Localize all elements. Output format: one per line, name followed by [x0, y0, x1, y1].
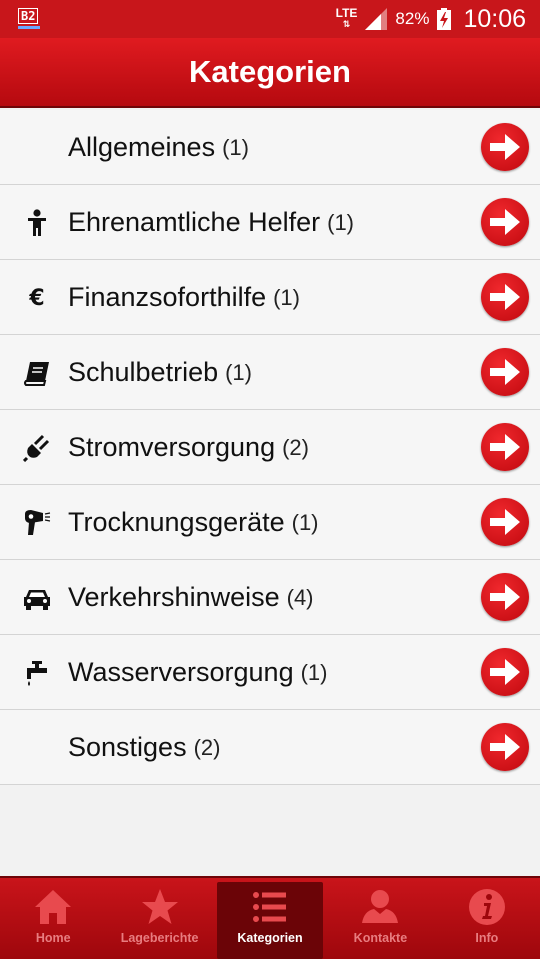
arrow-right-icon: [490, 284, 520, 310]
category-label-wrap: Finanzsoforthilfe (1): [68, 260, 300, 335]
category-label: Allgemeines: [68, 132, 216, 162]
category-count: (1): [300, 659, 328, 685]
category-count: (2): [282, 434, 309, 460]
category-count: (1): [222, 134, 249, 160]
nav-label: Home: [35, 931, 71, 945]
category-count: (1): [327, 209, 355, 235]
category-label: Wasserversorgung: [68, 657, 294, 687]
category-row-stromversorgung[interactable]: Stromversorgung (2): [0, 410, 540, 485]
nav-label: Kontakte: [353, 931, 408, 945]
app-bar: Kategorien: [0, 38, 540, 108]
nav-kontakte[interactable]: Kontakte: [327, 878, 433, 959]
svg-text:€: €: [28, 286, 44, 311]
list-icon: [253, 892, 287, 922]
open-category-button[interactable]: [481, 273, 529, 321]
category-count: (2): [193, 734, 221, 760]
plug-icon: [22, 434, 52, 462]
category-label: Finanzsoforthilfe: [68, 282, 267, 312]
category-count: (4): [286, 584, 314, 610]
nav-info[interactable]: Info: [434, 878, 540, 959]
category-count: (1): [225, 359, 252, 385]
open-category-button[interactable]: [481, 648, 529, 696]
status-indicators: LTE ⇅ 82% 10:06: [336, 0, 526, 38]
category-row-finanzsoforthilfe[interactable]: € Finanzsoforthilfe (1): [0, 260, 540, 335]
arrow-right-icon: [490, 209, 520, 235]
battery-charging-icon: [437, 8, 452, 30]
nav-label: Kategorien: [237, 931, 303, 945]
category-label: Schulbetrieb: [68, 357, 219, 387]
category-label: Sonstiges: [68, 732, 187, 762]
category-row-sonstiges[interactable]: Sonstiges (2): [0, 710, 540, 785]
nav-label: Lageberichte: [120, 931, 199, 945]
person-icon: [22, 209, 52, 237]
open-category-button[interactable]: [481, 723, 529, 771]
home-icon: [35, 890, 72, 924]
category-count: (1): [291, 509, 319, 535]
arrow-right-icon: [490, 659, 520, 685]
nav-label: Info: [475, 931, 499, 945]
carrier-badge: B2: [18, 8, 40, 29]
contact-icon: [362, 890, 399, 923]
open-category-button[interactable]: [481, 573, 529, 621]
bottom-navigation: Home Lageberichte Kategorien Kontakte In…: [0, 876, 540, 959]
open-category-button[interactable]: [481, 348, 529, 396]
carrier-badge-text: B2: [18, 8, 39, 24]
arrow-right-icon: [490, 359, 520, 385]
hair-dryer-icon: [22, 509, 52, 537]
faucet-icon: [22, 659, 52, 687]
car-icon: [22, 584, 52, 612]
nav-lageberichte[interactable]: Lageberichte: [106, 878, 212, 959]
star-icon: [141, 889, 178, 924]
info-icon: [468, 889, 505, 925]
open-category-button[interactable]: [481, 498, 529, 546]
category-label-wrap: Sonstiges (2): [68, 710, 220, 785]
category-label-wrap: Trocknungsgeräte (1): [68, 485, 319, 560]
category-label-wrap: Schulbetrieb (1): [68, 335, 252, 410]
category-label: Stromversorgung: [68, 432, 276, 462]
page-title: Kategorien: [189, 54, 351, 89]
category-label: Verkehrshinweise: [68, 582, 280, 612]
open-category-button[interactable]: [481, 198, 529, 246]
category-label: Trocknungsgeräte: [68, 507, 285, 537]
category-row-verkehrshinweise[interactable]: Verkehrshinweise (4): [0, 560, 540, 635]
data-arrows-icon: ⇅: [342, 19, 351, 29]
category-list: Allgemeines (1) Ehrenamtliche Helfer (1)…: [0, 110, 540, 785]
clock: 10:06: [463, 4, 526, 33]
category-count: (1): [273, 284, 300, 310]
category-row-schulbetrieb[interactable]: Schulbetrieb (1): [0, 335, 540, 410]
network-type: LTE: [335, 6, 358, 20]
euro-icon: €: [22, 284, 52, 312]
category-label-wrap: Wasserversorgung (1): [68, 635, 327, 710]
arrow-right-icon: [490, 134, 520, 160]
status-bar: B2 LTE ⇅ 82% 10:06: [0, 0, 540, 38]
category-label-wrap: Allgemeines (1): [68, 110, 249, 185]
category-row-ehrenamtliche-helfer[interactable]: Ehrenamtliche Helfer (1): [0, 185, 540, 260]
category-row-wasserversorgung[interactable]: Wasserversorgung (1): [0, 635, 540, 710]
category-label-wrap: Stromversorgung (2): [68, 410, 309, 485]
open-category-button[interactable]: [481, 423, 529, 471]
arrow-right-icon: [490, 584, 520, 610]
category-row-trocknungsgeraete[interactable]: Trocknungsgeräte (1): [0, 485, 540, 560]
arrow-right-icon: [490, 734, 520, 760]
arrow-right-icon: [490, 434, 520, 460]
carrier-badge-underline: [18, 26, 40, 29]
nav-home[interactable]: Home: [0, 878, 106, 959]
arrow-right-icon: [490, 509, 520, 535]
book-icon: [22, 359, 52, 387]
signal-icon: [365, 8, 388, 30]
category-label-wrap: Verkehrshinweise (4): [68, 560, 314, 635]
open-category-button[interactable]: [481, 123, 529, 171]
category-label: Ehrenamtliche Helfer: [68, 207, 321, 237]
nav-kategorien[interactable]: Kategorien: [216, 882, 324, 959]
category-row-allgemeines[interactable]: Allgemeines (1): [0, 110, 540, 185]
network-indicator: LTE ⇅: [335, 6, 358, 30]
category-label-wrap: Ehrenamtliche Helfer (1): [68, 185, 354, 260]
battery-percentage: 82%: [395, 9, 430, 28]
